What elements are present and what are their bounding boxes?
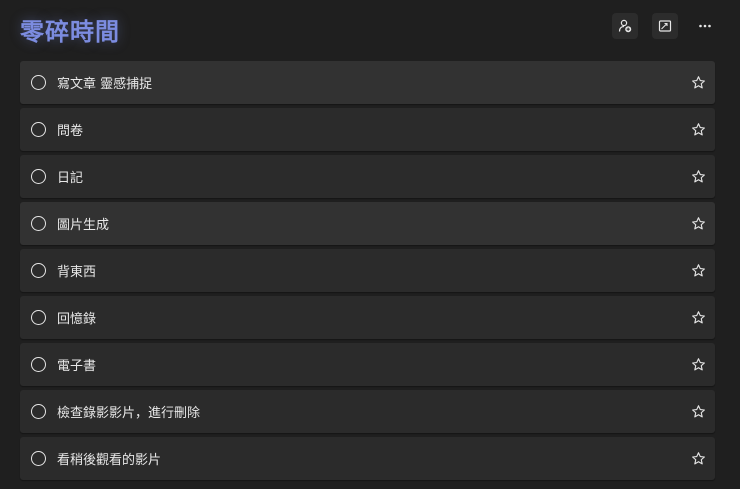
task-title: 圖片生成 <box>57 218 110 233</box>
star-icon[interactable] <box>690 169 706 185</box>
star-icon[interactable] <box>690 122 706 138</box>
toolbar <box>612 13 718 39</box>
more-options-button[interactable] <box>692 13 718 39</box>
more-options-icon <box>699 24 711 28</box>
app-window: 零碎時間 寫文章 靈感捕捉 問卷 日記 圖片生成 背東西 回憶錄 電子書 檢查錄… <box>0 0 740 489</box>
complete-task-checkbox[interactable] <box>31 357 46 372</box>
task-item[interactable]: 問卷 <box>20 108 715 151</box>
star-icon[interactable] <box>690 216 706 232</box>
complete-task-checkbox[interactable] <box>31 75 46 90</box>
share-person-icon <box>618 19 632 33</box>
task-item[interactable]: 背東西 <box>20 249 715 292</box>
complete-task-checkbox[interactable] <box>31 451 46 466</box>
task-title: 回憶錄 <box>57 312 97 327</box>
task-title: 電子書 <box>57 359 97 374</box>
task-title: 看稍後觀看的影片 <box>57 453 162 468</box>
task-item[interactable]: 圖片生成 <box>20 202 715 245</box>
view-options-button[interactable] <box>652 13 678 39</box>
task-item[interactable]: 寫文章 靈感捕捉 <box>20 61 715 104</box>
task-list: 寫文章 靈感捕捉 問卷 日記 圖片生成 背東西 回憶錄 電子書 檢查錄影影片，進… <box>20 61 715 484</box>
list-title: 零碎時間 <box>20 18 120 46</box>
complete-task-checkbox[interactable] <box>31 122 46 137</box>
star-icon[interactable] <box>690 357 706 373</box>
star-icon[interactable] <box>690 263 706 279</box>
complete-task-checkbox[interactable] <box>31 263 46 278</box>
complete-task-checkbox[interactable] <box>31 216 46 231</box>
complete-task-checkbox[interactable] <box>31 404 46 419</box>
star-icon[interactable] <box>690 404 706 420</box>
star-icon[interactable] <box>690 75 706 91</box>
task-title: 檢查錄影影片，進行刪除 <box>57 406 201 421</box>
task-title: 寫文章 靈感捕捉 <box>57 77 153 92</box>
complete-task-checkbox[interactable] <box>31 169 46 184</box>
star-icon[interactable] <box>690 451 706 467</box>
task-item[interactable]: 電子書 <box>20 343 715 386</box>
task-title: 問卷 <box>57 124 84 139</box>
task-item[interactable]: 看稍後觀看的影片 <box>20 437 715 480</box>
task-item[interactable]: 日記 <box>20 155 715 198</box>
task-title: 背東西 <box>57 265 97 280</box>
task-item[interactable]: 回憶錄 <box>20 296 715 339</box>
share-list-button[interactable] <box>612 13 638 39</box>
image-view-icon <box>658 20 672 32</box>
task-title: 日記 <box>57 171 84 186</box>
star-icon[interactable] <box>690 310 706 326</box>
task-item[interactable]: 檢查錄影影片，進行刪除 <box>20 390 715 433</box>
complete-task-checkbox[interactable] <box>31 310 46 325</box>
